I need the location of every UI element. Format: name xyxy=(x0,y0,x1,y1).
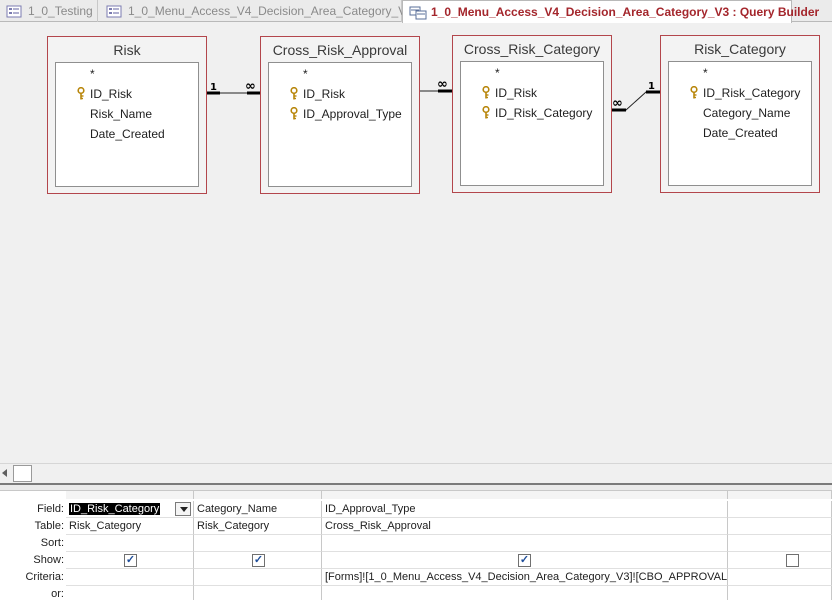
query-icon xyxy=(409,6,427,19)
table-risk-category[interactable]: Risk_Category * ID_Risk_Category Categor… xyxy=(660,35,820,193)
field-id-risk-category[interactable]: ID_Risk_Category xyxy=(461,104,603,122)
field-list[interactable]: * ID_Risk Risk_Name Date_Created xyxy=(55,62,199,187)
field-all[interactable]: * xyxy=(269,67,411,85)
key-icon xyxy=(689,85,699,99)
column-selector[interactable] xyxy=(728,491,832,499)
grid-cell-field[interactable]: Category_Name xyxy=(194,501,322,518)
table-title[interactable]: Cross_Risk_Category xyxy=(453,41,611,57)
document-tab-strip: 1_0_Testing 1_0_Menu_Access_V4_Decision_… xyxy=(0,0,832,23)
field-list[interactable]: * ID_Risk ID_Approval_Type xyxy=(268,62,412,187)
scroll-left-icon[interactable] xyxy=(2,469,7,477)
grid-cell-field[interactable]: ID_Approval_Type xyxy=(322,501,728,518)
grid-cell-or[interactable] xyxy=(66,586,194,600)
row-label-show: Show: xyxy=(33,554,64,566)
chevron-down-icon[interactable] xyxy=(175,502,191,516)
show-checkbox[interactable] xyxy=(786,554,799,567)
field-date-created[interactable]: Date_Created xyxy=(56,125,198,143)
query-design-grid: Field: Table: Sort: Show: Criteria: or: … xyxy=(0,491,832,600)
tab-query-builder[interactable]: 1_0_Menu_Access_V4_Decision_Area_Categor… xyxy=(402,0,819,23)
key-icon xyxy=(76,86,86,100)
show-checkbox[interactable]: ✓ xyxy=(124,554,137,567)
grid-cell-or[interactable] xyxy=(728,586,832,600)
rel-label-riskcat-one: 1 xyxy=(648,81,655,92)
show-checkbox[interactable]: ✓ xyxy=(252,554,265,567)
field-all[interactable]: * xyxy=(461,66,603,84)
table-cross-risk-approval[interactable]: Cross_Risk_Approval * ID_Risk ID_Approva… xyxy=(260,36,420,194)
grid-cell-criteria[interactable] xyxy=(728,569,832,586)
tab-label: 1_0_Menu_Access_V4_Decision_Area_Categor… xyxy=(431,5,820,19)
field-id-risk[interactable]: ID_Risk xyxy=(461,84,603,102)
field-risk-name[interactable]: Risk_Name xyxy=(56,105,198,123)
grid-cell-table[interactable]: Risk_Category xyxy=(194,518,322,535)
scroll-thumb[interactable] xyxy=(13,465,32,482)
grid-cell-table[interactable]: Risk_Category xyxy=(66,518,194,535)
key-icon xyxy=(481,85,491,99)
table-title[interactable]: Cross_Risk_Approval xyxy=(261,42,419,58)
table-cross-risk-category[interactable]: Cross_Risk_Category * ID_Risk ID_Risk_Ca… xyxy=(452,35,612,193)
field-category-name[interactable]: Category_Name xyxy=(669,104,811,122)
grid-cell-or[interactable] xyxy=(194,586,322,600)
rel-label-approval-many: ∞ xyxy=(245,79,256,94)
table-risk[interactable]: Risk * ID_Risk Risk_Name Date_Created xyxy=(47,36,207,194)
tab-label: 1_0_Testing xyxy=(28,4,93,18)
show-checkbox[interactable]: ✓ xyxy=(518,554,531,567)
grid-cell-sort[interactable] xyxy=(728,535,832,552)
grid-cell-table[interactable] xyxy=(728,518,832,535)
tab-label: 1_0_Menu_Access_V4_Decision_Area_Categor… xyxy=(128,4,413,18)
field-all[interactable]: * xyxy=(56,67,198,85)
column-selector[interactable] xyxy=(322,491,728,499)
rel-label-crosscat-many: ∞ xyxy=(437,77,448,92)
tab-testing[interactable]: 1_0_Testing xyxy=(0,0,98,22)
key-icon xyxy=(481,105,491,119)
tab-menu-access-form[interactable]: 1_0_Menu_Access_V4_Decision_Area_Categor… xyxy=(100,0,413,22)
field-all[interactable]: * xyxy=(669,66,811,84)
table-title[interactable]: Risk_Category xyxy=(661,41,819,57)
form-icon xyxy=(6,5,22,18)
query-design-surface[interactable]: 1 ∞ ∞ ∞ 1 Risk * ID_Risk Risk_Name Date_… xyxy=(0,23,832,463)
rel-label-risk-one: 1 xyxy=(210,82,217,93)
grid-cell-sort[interactable] xyxy=(194,535,322,552)
key-icon xyxy=(289,86,299,100)
key-icon xyxy=(289,106,299,120)
form-icon xyxy=(106,5,122,18)
field-id-risk[interactable]: ID_Risk xyxy=(269,85,411,103)
field-id-risk-category[interactable]: ID_Risk_Category xyxy=(669,84,811,102)
grid-cell-table[interactable]: Cross_Risk_Approval xyxy=(322,518,728,535)
field-id-approval-type[interactable]: ID_Approval_Type xyxy=(269,105,411,123)
grid-cell-show xyxy=(728,552,832,569)
row-label-table: Table: xyxy=(34,520,64,532)
grid-cell-sort[interactable] xyxy=(66,535,194,552)
grid-cell-or[interactable] xyxy=(322,586,728,600)
column-selector[interactable] xyxy=(194,491,322,499)
row-label-criteria: Criteria: xyxy=(25,571,64,583)
column-selector[interactable] xyxy=(66,491,194,499)
grid-cell-sort[interactable] xyxy=(322,535,728,552)
row-label-sort: Sort: xyxy=(40,537,64,549)
row-label-field: Field: xyxy=(37,503,64,515)
rel-label-crosscat-many2: ∞ xyxy=(612,96,623,111)
grid-cell-criteria[interactable] xyxy=(194,569,322,586)
table-title[interactable]: Risk xyxy=(48,42,206,58)
field-list[interactable]: * ID_Risk ID_Risk_Category xyxy=(460,61,604,186)
grid-cell-criteria[interactable] xyxy=(66,569,194,586)
pane-splitter[interactable] xyxy=(0,483,832,491)
field-date-created[interactable]: Date_Created xyxy=(669,124,811,142)
field-id-risk[interactable]: ID_Risk xyxy=(56,85,198,103)
field-list[interactable]: * ID_Risk_Category Category_Name Date_Cr… xyxy=(668,61,812,186)
grid-cell-criteria[interactable]: [Forms]![1_0_Menu_Access_V4_Decision_Are… xyxy=(322,569,728,586)
row-label-or: or: xyxy=(51,588,64,600)
grid-cell-field[interactable] xyxy=(728,501,832,518)
design-horizontal-scrollbar[interactable] xyxy=(0,463,832,483)
